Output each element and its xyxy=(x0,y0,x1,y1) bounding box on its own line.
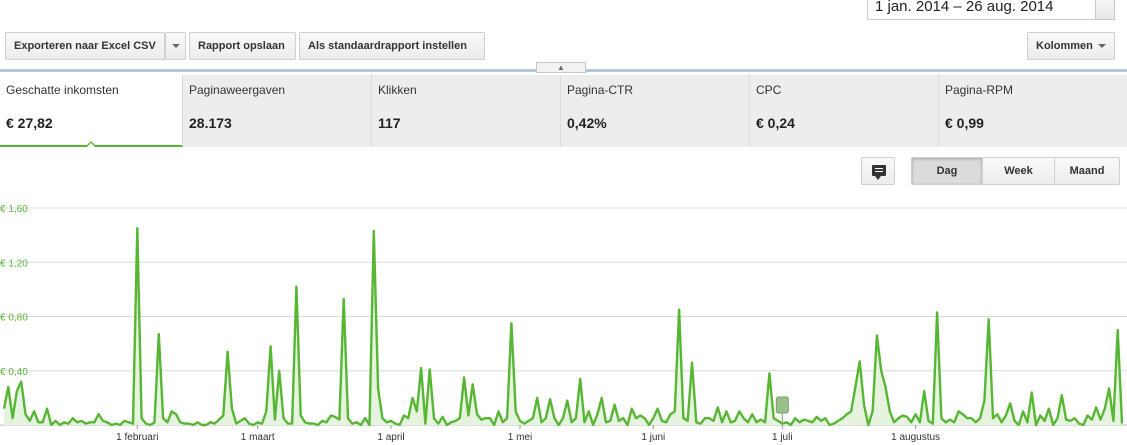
earnings-chart: € 0,40 € 0,80 € 1,20 € 1,60 1 februari 1 maar… xyxy=(0,196,1127,445)
chevron-down-icon xyxy=(1097,44,1106,49)
export-options-button[interactable] xyxy=(165,32,186,60)
series-area xyxy=(4,228,1122,425)
metrics-bar: Geschatte inkomsten € 27,82 Paginaweerga… xyxy=(0,75,1127,148)
x-tick-label: 1 april xyxy=(377,432,404,443)
x-tick-label: 1 juni xyxy=(641,432,665,443)
metric-value: 28.173 xyxy=(189,115,232,131)
metric-tab-pageviews[interactable]: Paginaweergaven 28.173 xyxy=(183,75,372,147)
collapse-toggle[interactable]: ▲ xyxy=(536,62,586,73)
metric-tab-page-rpm[interactable]: Pagina-RPM € 0,99 xyxy=(939,75,1127,147)
columns-label: Kolommen xyxy=(1036,40,1093,52)
x-tick-label: 1 mei xyxy=(508,432,532,443)
save-report-button[interactable]: Rapport opslaan xyxy=(189,32,296,60)
metric-value: € 27,82 xyxy=(6,115,53,131)
date-range-dropdown-button[interactable] xyxy=(1095,0,1115,20)
chevron-down-icon xyxy=(171,44,180,49)
y-tick-label: € 0,80 xyxy=(0,313,28,324)
metric-value: € 0,24 xyxy=(756,115,795,131)
granularity-week-button[interactable]: Week xyxy=(982,157,1055,185)
metric-tab-page-ctr[interactable]: Pagina-CTR 0,42% xyxy=(561,75,750,147)
x-tick-label: 1 augustus xyxy=(891,432,940,443)
metric-tab-cpc[interactable]: CPC € 0,24 xyxy=(750,75,939,147)
metric-label: CPC xyxy=(756,83,782,97)
metric-label: Pagina-CTR xyxy=(567,83,634,97)
metric-label: Geschatte inkomsten xyxy=(6,83,119,97)
y-tick-label: € 0,40 xyxy=(0,367,28,378)
metric-value: 0,42% xyxy=(567,115,607,131)
series-line xyxy=(2,227,1124,427)
metric-label: Pagina-RPM xyxy=(945,83,1014,97)
x-tick-label: 1 juli xyxy=(772,432,793,443)
metric-label: Paginaweergaven xyxy=(189,83,286,97)
metric-tab-estimated-earnings[interactable]: Geschatte inkomsten € 27,82 xyxy=(0,75,183,148)
export-csv-button[interactable]: Exporteren naar Excel CSV xyxy=(5,32,165,60)
granularity-day-button[interactable]: Dag xyxy=(911,157,983,185)
date-range-picker[interactable]: 1 jan. 2014 – 26 aug. 2014 xyxy=(867,0,1096,20)
comment-icon xyxy=(872,165,886,180)
earnings-chart-svg: € 0,40 € 0,80 € 1,20 € 1,60 1 februari 1 maar… xyxy=(0,204,1127,443)
columns-button[interactable]: Kolommen xyxy=(1027,32,1115,60)
metric-tab-clicks[interactable]: Klikken 117 xyxy=(372,75,561,147)
x-tick-label: 1 maart xyxy=(241,432,275,443)
granularity-month-button[interactable]: Maand xyxy=(1054,157,1120,185)
y-tick-label: € 1,20 xyxy=(0,258,28,269)
set-default-report-button[interactable]: Als standaardrapport instellen xyxy=(299,32,485,60)
metric-label: Klikken xyxy=(378,83,417,97)
date-range-label: 1 jan. 2014 – 26 aug. 2014 xyxy=(875,0,1054,15)
y-tick-label: € 1,60 xyxy=(0,204,28,215)
x-tick-label: 1 februari xyxy=(116,432,158,443)
annotations-button[interactable] xyxy=(861,157,895,185)
chevron-up-icon: ▲ xyxy=(557,63,565,72)
metric-value: € 0,99 xyxy=(945,115,984,131)
selected-indicator xyxy=(85,141,97,148)
metric-value: 117 xyxy=(378,115,401,131)
